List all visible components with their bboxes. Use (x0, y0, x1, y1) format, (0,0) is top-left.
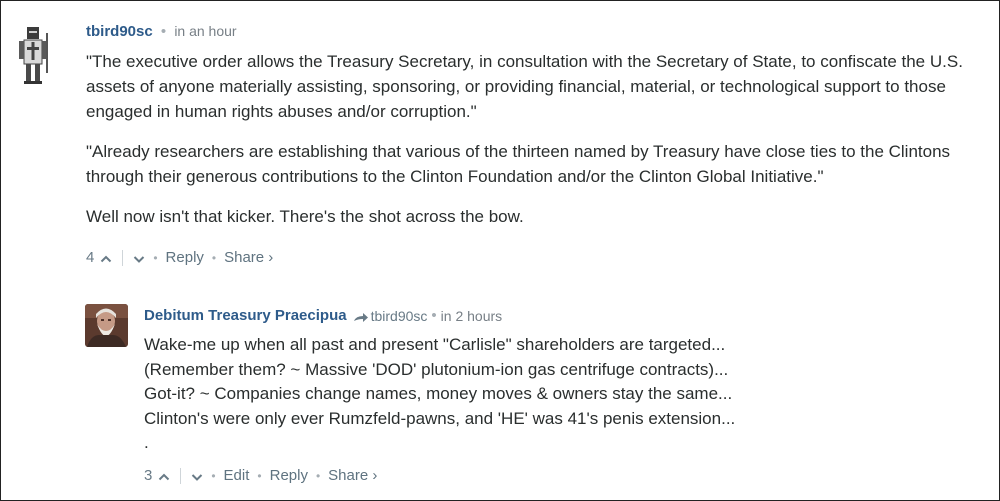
separator-dot: • (153, 250, 158, 265)
separator-dot: • (160, 23, 167, 40)
avatar[interactable] (15, 23, 51, 85)
reply-arrow-icon (353, 310, 369, 322)
comment-thread: tbird90sc • in an hour "The executive or… (0, 0, 1000, 501)
comment-timestamp[interactable]: in 2 hours (441, 306, 502, 326)
reply-button[interactable]: Reply (166, 249, 204, 266)
reply-button[interactable]: Reply (270, 467, 308, 484)
avatar[interactable] (85, 304, 128, 347)
share-button[interactable]: Share › (224, 249, 273, 266)
vote-divider (180, 467, 182, 484)
comment-line: Wake-me up when all past and present "Ca… (144, 335, 726, 354)
edit-button[interactable]: Edit (224, 467, 250, 484)
separator-dot: • (257, 468, 262, 483)
comment-body: Wake-me up when all past and present "Ca… (144, 333, 984, 456)
comment-line: Clinton's were only ever Rumzfeld-pawns,… (144, 408, 736, 428)
comment-actions: 4 • Reply • Share › (86, 249, 273, 266)
comment-header: Debitum Treasury Praecipua tbird90sc • i… (144, 306, 502, 326)
upvote-count: 3 (144, 467, 153, 484)
comment-line: (Remember them? ~ Massive 'DOD' plutoniu… (144, 359, 729, 379)
chevron-up-icon[interactable] (100, 252, 112, 264)
share-button[interactable]: Share › (328, 467, 377, 484)
comment-author[interactable]: tbird90sc (86, 23, 153, 40)
comment-actions: 3 • Edit • Reply • Share › (144, 467, 377, 484)
chevron-down-icon[interactable] (191, 470, 203, 482)
comment-timestamp[interactable]: in an hour (174, 23, 236, 39)
user-photo-avatar-icon (85, 304, 128, 347)
separator-dot: • (431, 307, 437, 324)
separator-dot: • (211, 250, 217, 265)
chevron-up-icon[interactable] (158, 470, 170, 482)
comment-paragraph: Well now isn't that kicker. There's the … (86, 207, 524, 226)
chevron-down-icon[interactable] (133, 252, 145, 264)
comment-paragraph: "The executive order allows the Treasury… (86, 52, 963, 121)
comment-line: . (144, 433, 149, 452)
comment-header: tbird90sc • in an hour (86, 21, 237, 42)
comment-paragraph: "Already researchers are establishing th… (86, 142, 951, 186)
separator-dot: • (211, 468, 216, 483)
comment-body: "The executive order allows the Treasury… (86, 49, 991, 229)
upvote-count: 4 (86, 249, 95, 266)
comment-author[interactable]: Debitum Treasury Praecipua (144, 306, 347, 326)
vote-divider (122, 249, 124, 266)
knight-avatar-icon (15, 23, 51, 85)
comment-line: Got-it? ~ Companies change names, money … (144, 384, 733, 403)
separator-dot: • (315, 468, 321, 483)
in-reply-to-author[interactable]: tbird90sc (371, 306, 428, 326)
